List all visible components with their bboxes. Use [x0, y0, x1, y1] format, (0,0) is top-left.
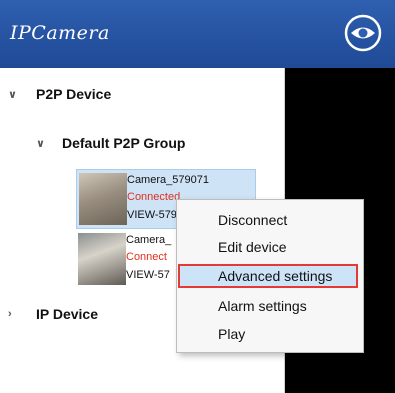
tree-node-label: Default P2P Group: [62, 135, 186, 151]
eye-icon[interactable]: [343, 13, 383, 53]
menu-item-alarm-settings[interactable]: Alarm settings: [178, 294, 362, 318]
tree-node-p2p-device[interactable]: ∨ P2P Device: [8, 86, 111, 102]
camera-name: Camera_: [126, 234, 172, 246]
tree-node-ip-device[interactable]: › IP Device: [8, 306, 98, 322]
camera-status: Connected: [127, 191, 181, 203]
camera-thumbnail: [79, 173, 127, 225]
chevron-down-icon[interactable]: ∨: [36, 137, 50, 150]
camera-status: Connect: [126, 251, 167, 263]
menu-item-advanced-settings[interactable]: Advanced settings: [178, 264, 358, 288]
context-menu: Disconnect Edit device Advanced settings…: [176, 199, 364, 353]
chevron-right-icon[interactable]: ›: [8, 308, 22, 320]
camera-name: Camera_579071: [127, 174, 209, 186]
chevron-down-icon[interactable]: ∨: [8, 88, 22, 101]
camera-id: VIEW-579: [127, 209, 177, 221]
camera-id: VIEW-57: [126, 269, 170, 281]
app-header: IPCamera: [0, 0, 395, 68]
menu-item-edit-device[interactable]: Edit device: [178, 235, 362, 259]
tree-node-p2p-group[interactable]: ∨ Default P2P Group: [36, 135, 185, 151]
menu-item-play[interactable]: Play: [178, 322, 362, 346]
tree-node-label: IP Device: [36, 306, 99, 322]
tree-node-label: P2P Device: [36, 86, 112, 102]
menu-item-disconnect[interactable]: Disconnect: [178, 208, 362, 232]
app-logo: IPCamera: [10, 22, 110, 44]
camera-thumbnail: [78, 233, 126, 285]
